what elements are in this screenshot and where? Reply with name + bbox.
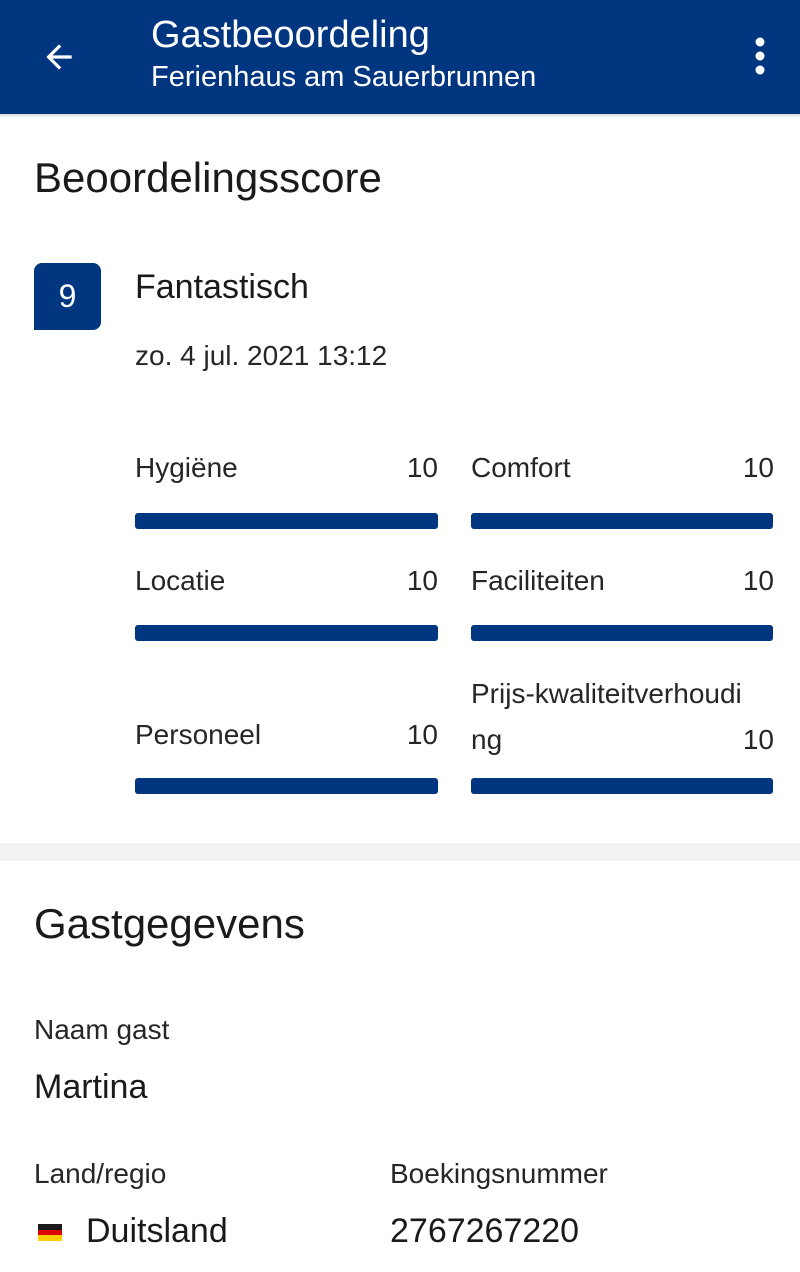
category-bar-fill: [471, 778, 773, 794]
category-bar-facilities: [471, 625, 773, 641]
country-value: Duitsland: [86, 1212, 228, 1250]
property-name: Ferienhaus am Sauerbrunnen: [151, 61, 537, 93]
section-divider: [0, 843, 800, 861]
guest-name-label: Naam gast: [34, 1014, 170, 1045]
country-label: Land/regio: [34, 1158, 167, 1189]
category-bar-fill: [135, 625, 438, 641]
category-bar-fill: [135, 778, 438, 794]
category-label: Prijs-kwaliteitverhouding: [471, 678, 742, 755]
category-label: Locatie: [135, 565, 226, 596]
category-bar-comfort: [471, 513, 773, 529]
score-value: 9: [58, 278, 77, 314]
guest-name-value: Martina: [34, 1068, 148, 1106]
app-bar: Gastbeoordeling Ferienhaus am Sauerbrunn…: [0, 0, 800, 114]
category-value: 10: [742, 565, 774, 596]
category-comfort: Comfort 10: [471, 445, 774, 491]
app-bar-titles: Gastbeoordeling Ferienhaus am Sauerbrunn…: [151, 12, 536, 96]
category-label: Comfort: [471, 452, 571, 483]
category-bar-fill: [135, 513, 438, 529]
back-button[interactable]: [30, 28, 88, 86]
category-label: Personeel: [135, 719, 262, 750]
category-bar-location: [135, 625, 438, 641]
category-value: 10: [406, 565, 438, 596]
category-facilities: Faciliteiten 10: [471, 558, 774, 604]
category-value: 10: [742, 452, 774, 483]
category-bar-staff: [135, 778, 438, 794]
category-bar-value-for-money: [471, 778, 773, 794]
category-value-for-money: Prijs-kwaliteitverhouding 10: [471, 671, 774, 763]
score-section-title: Beoordelingsscore: [34, 154, 382, 201]
app-bar-shadow: [0, 114, 800, 118]
arrow-left-icon: [46, 44, 72, 70]
category-value: 10: [406, 719, 438, 750]
category-value: 10: [742, 724, 774, 755]
category-label: Hygiëne: [135, 452, 238, 483]
germany-flag-icon: [38, 1224, 62, 1242]
score-label: Fantastisch: [135, 268, 309, 306]
category-hygiene: Hygiëne 10: [135, 445, 438, 491]
page-title: Gastbeoordeling: [151, 14, 430, 56]
category-bar-fill: [471, 513, 773, 529]
review-date: zo. 4 jul. 2021 13:12: [135, 340, 388, 371]
category-label: Faciliteiten: [471, 565, 605, 596]
category-staff: Personeel 10: [135, 712, 438, 758]
category-bar-fill: [471, 625, 773, 641]
category-bar-hygiene: [135, 513, 438, 529]
booking-number-value[interactable]: 2767267220: [390, 1210, 579, 1252]
score-badge: 9: [34, 263, 101, 330]
guest-section-title: Gastgegevens: [34, 900, 305, 947]
category-value: 10: [406, 452, 438, 483]
category-location: Locatie 10: [135, 558, 438, 604]
more-options-button[interactable]: [736, 28, 784, 84]
booking-number-label: Boekingsnummer: [390, 1158, 608, 1189]
more-vertical-icon: [755, 37, 765, 75]
